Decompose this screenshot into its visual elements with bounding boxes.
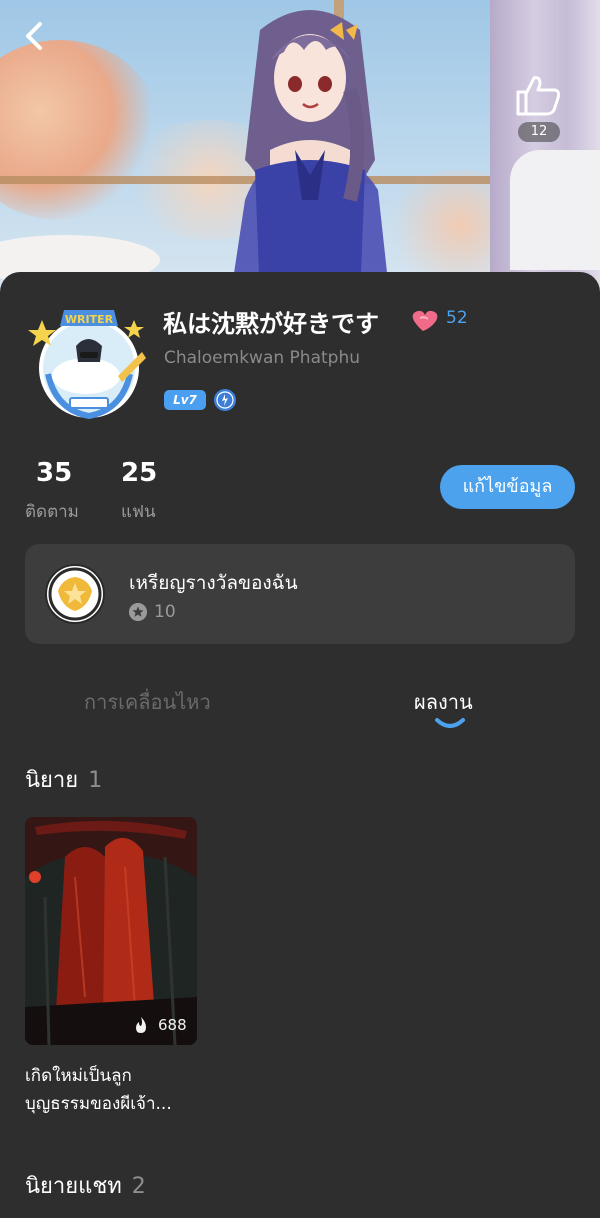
profile-banner: 12 xyxy=(0,0,600,300)
chat-novels-label: นิยายแชท xyxy=(25,1174,122,1199)
real-name: Chaloemkwan Phatphu xyxy=(164,348,360,368)
fans-count[interactable]: 25 xyxy=(121,458,157,488)
level-badge: Lv7 xyxy=(164,390,206,410)
banner-character-illustration xyxy=(230,10,390,300)
verified-badge-icon xyxy=(214,389,236,411)
back-arrow-icon[interactable] xyxy=(18,16,54,56)
book-title-line: บุญธรรมของผีเจ้า... xyxy=(25,1094,172,1114)
medal-title: เหรียญรางวัลของฉัน xyxy=(129,572,298,594)
tab-works[interactable]: ผลงาน xyxy=(414,686,473,718)
sofa xyxy=(510,150,600,270)
username: 私は沈黙が好きです xyxy=(163,310,379,338)
following-count[interactable]: 35 xyxy=(36,458,72,488)
fire-icon xyxy=(136,1017,146,1033)
medal-card[interactable] xyxy=(25,544,575,644)
novels-label: นิยาย xyxy=(25,768,79,793)
star-coin-icon xyxy=(129,603,147,621)
book-title-line: เกิดใหม่เป็นลูก xyxy=(25,1066,132,1086)
fans-label[interactable]: แฟน xyxy=(121,498,156,525)
tab-activity[interactable]: การเคลื่อนไหว xyxy=(84,686,211,718)
medal-count: 10 xyxy=(154,602,176,622)
edit-profile-button[interactable]: แก้ไขข้อมูล xyxy=(440,465,575,509)
active-tab-indicator xyxy=(435,718,465,728)
medal-icon xyxy=(45,564,105,624)
book-title[interactable]: เกิดใหม่เป็นลูก บุญธรรมของผีเจ้า... xyxy=(25,1062,205,1118)
novels-count: 1 xyxy=(88,768,103,793)
chat-novels-section-title: นิยายแชท 2 xyxy=(25,1168,146,1203)
like-count: 12 xyxy=(518,122,560,142)
chat-novels-count: 2 xyxy=(131,1174,146,1199)
user-avatar[interactable]: WRITER xyxy=(26,306,152,424)
thumbs-up-icon[interactable] xyxy=(512,72,564,118)
book-views: 688 xyxy=(158,1016,187,1034)
book-cover[interactable] xyxy=(25,817,197,1045)
heart-count: 52 xyxy=(446,308,468,328)
book-cover-art xyxy=(25,817,197,1045)
svg-text:WRITER: WRITER xyxy=(65,313,114,326)
novels-section-title: นิยาย 1 xyxy=(25,762,102,797)
heart-icon xyxy=(412,310,438,331)
following-label[interactable]: ติดตาม xyxy=(25,498,79,525)
